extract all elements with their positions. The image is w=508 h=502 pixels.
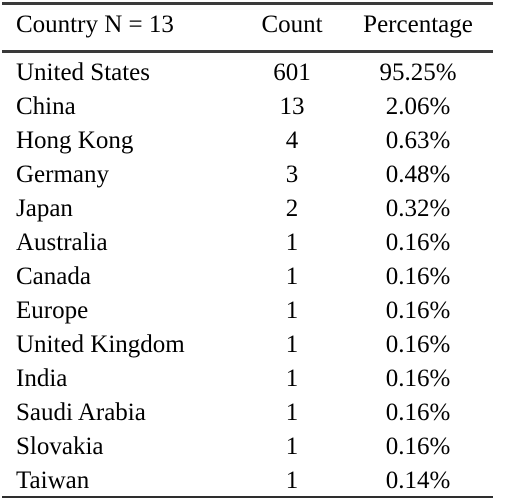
table-row: Germany 3 0.48%	[0, 158, 500, 192]
cell-count: 1	[285, 331, 299, 358]
cell-percentage: 0.16%	[385, 433, 451, 460]
cell-count: 13	[279, 93, 305, 120]
cell-country: Germany	[16, 161, 110, 188]
cell-count: 1	[285, 263, 299, 290]
country-distribution-table: Country N = 13 Count Percentage United S…	[0, 0, 508, 502]
cell-country: India	[16, 365, 68, 392]
cell-count: 1	[285, 467, 299, 494]
cell-country: Hong Kong	[16, 127, 134, 154]
cell-percentage: 0.16%	[385, 229, 451, 256]
table-row: Taiwan 1 0.14%	[0, 464, 500, 498]
column-header-percentage: Percentage	[363, 11, 473, 38]
data-table: Country N = 13 Count Percentage United S…	[0, 0, 500, 498]
table-row: Japan 2 0.32%	[0, 192, 500, 226]
column-header-count: Count	[261, 11, 323, 38]
cell-country: Europe	[16, 297, 89, 324]
cell-country: United Kingdom	[16, 331, 185, 358]
cell-count: 1	[285, 365, 299, 392]
cell-count: 2	[285, 195, 299, 222]
cell-country: Taiwan	[16, 467, 90, 494]
cell-percentage: 0.48%	[385, 161, 451, 188]
cell-country: Slovakia	[16, 433, 104, 460]
cell-country: Canada	[16, 263, 91, 290]
cell-country: Australia	[16, 229, 108, 256]
cell-percentage: 0.16%	[385, 263, 451, 290]
cell-percentage: 95.25%	[379, 59, 457, 86]
cell-count: 601	[273, 59, 311, 86]
cell-percentage: 0.16%	[385, 331, 451, 358]
table-row: Australia 1 0.16%	[0, 226, 500, 260]
column-header-country: Country N = 13	[16, 11, 174, 38]
table-row: United States 601 95.25%	[0, 50, 500, 90]
cell-country: United States	[16, 59, 151, 86]
table-body: United States 601 95.25% China 13 2.06% …	[0, 50, 500, 498]
header-row: Country N = 13 Count Percentage	[0, 0, 500, 50]
cell-percentage: 0.32%	[385, 195, 451, 222]
table-row: India 1 0.16%	[0, 362, 500, 396]
cell-count: 1	[285, 433, 299, 460]
cell-country: Saudi Arabia	[16, 399, 146, 426]
cell-percentage: 0.63%	[385, 127, 451, 154]
cell-percentage: 0.14%	[385, 467, 451, 494]
cell-count: 1	[285, 297, 299, 324]
cell-percentage: 0.16%	[385, 365, 451, 392]
table-header: Country N = 13 Count Percentage	[0, 0, 500, 50]
cell-count: 4	[285, 127, 299, 154]
table-row: China 13 2.06%	[0, 90, 500, 124]
cell-percentage: 0.16%	[385, 399, 451, 426]
table-row: Saudi Arabia 1 0.16%	[0, 396, 500, 430]
table-row: Europe 1 0.16%	[0, 294, 500, 328]
table-row: United Kingdom 1 0.16%	[0, 328, 500, 362]
cell-percentage: 2.06%	[385, 93, 451, 120]
table-row: Hong Kong 4 0.63%	[0, 124, 500, 158]
cell-count: 1	[285, 399, 299, 426]
table-row: Canada 1 0.16%	[0, 260, 500, 294]
cell-count: 3	[285, 161, 299, 188]
cell-count: 1	[285, 229, 299, 256]
cell-country: Japan	[16, 195, 73, 222]
table-row: Slovakia 1 0.16%	[0, 430, 500, 464]
cell-percentage: 0.16%	[385, 297, 451, 324]
cell-country: China	[16, 93, 76, 120]
